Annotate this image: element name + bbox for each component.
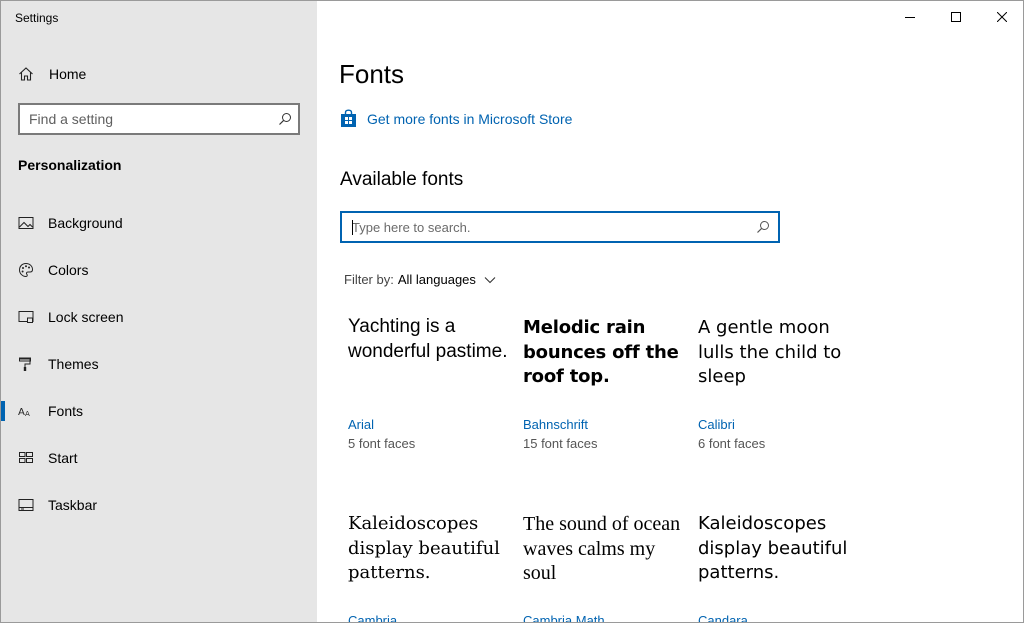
language-filter[interactable]: Filter by: All languages bbox=[344, 272, 496, 287]
section-title: Personalization bbox=[18, 157, 122, 173]
store-link-label: Get more fonts in Microsoft Store bbox=[367, 111, 573, 127]
font-sample: Melodic rain bounces off the roof top. bbox=[523, 317, 679, 387]
maximize-icon bbox=[951, 12, 961, 22]
find-setting-box[interactable] bbox=[18, 103, 300, 135]
fonts-icon: A A bbox=[18, 407, 30, 418]
home-label: Home bbox=[49, 66, 87, 82]
store-icon bbox=[341, 109, 356, 127]
font-sample: Kaleidoscopes display beautiful patterns… bbox=[698, 513, 848, 583]
sidebar-item-label: Lock screen bbox=[48, 309, 124, 325]
sidebar-item-lock-screen[interactable]: Lock screen bbox=[1, 297, 317, 337]
close-icon bbox=[997, 12, 1007, 22]
text-caret bbox=[352, 220, 353, 235]
font-name: Bahnschrift bbox=[523, 417, 589, 432]
font-card-cambria[interactable]: Kaleidoscopes display beautiful patterns… bbox=[348, 512, 513, 623]
sidebar-item-fonts[interactable]: A A Fonts bbox=[1, 391, 317, 431]
sidebar-item-label: Themes bbox=[48, 356, 99, 372]
font-name: Calibri bbox=[698, 417, 735, 432]
font-card-candara[interactable]: Kaleidoscopes display beautiful patterns… bbox=[698, 512, 863, 623]
close-button[interactable] bbox=[979, 1, 1023, 33]
font-name: Cambria Math bbox=[523, 613, 605, 623]
start-icon bbox=[19, 452, 33, 463]
font-sample: A gentle moon lulls the child to sleep bbox=[698, 317, 842, 387]
svg-text:A: A bbox=[18, 407, 25, 418]
sidebar-item-background[interactable]: Background bbox=[1, 203, 317, 243]
font-faces-count: 5 font faces bbox=[348, 436, 416, 451]
search-icon[interactable] bbox=[756, 220, 770, 234]
sidebar-item-taskbar[interactable]: Taskbar bbox=[1, 485, 317, 525]
palette-icon bbox=[18, 262, 34, 278]
font-faces-count: 6 font faces bbox=[698, 436, 766, 451]
home-icon bbox=[19, 67, 33, 81]
font-card-calibri[interactable]: A gentle moon lulls the child to sleep C… bbox=[698, 316, 863, 456]
available-fonts-heading: Available fonts bbox=[340, 169, 464, 190]
minimize-button[interactable] bbox=[887, 1, 933, 33]
font-name: Arial bbox=[348, 417, 375, 432]
font-search-input[interactable] bbox=[342, 213, 742, 241]
sidebar-item-themes[interactable]: Themes bbox=[1, 344, 317, 384]
themes-icon bbox=[19, 357, 31, 371]
home-nav-item[interactable]: Home bbox=[1, 57, 317, 91]
maximize-button[interactable] bbox=[933, 1, 979, 33]
sidebar-item-label: Fonts bbox=[48, 403, 84, 419]
settings-window: Settings Home Personalization Background bbox=[0, 0, 1024, 623]
chevron-down-icon bbox=[484, 276, 496, 283]
sidebar-item-colors[interactable]: Colors bbox=[1, 250, 317, 290]
sidebar-item-start[interactable]: Start bbox=[1, 438, 317, 478]
font-card-cambria-math[interactable]: The sound of ocean waves calms my soul C… bbox=[523, 512, 688, 623]
sidebar-item-label: Colors bbox=[48, 262, 89, 278]
font-name: Cambria bbox=[348, 613, 398, 623]
search-icon[interactable] bbox=[278, 112, 292, 126]
font-search-box[interactable] bbox=[340, 211, 780, 243]
lock-screen-icon bbox=[18, 311, 34, 323]
svg-text:A: A bbox=[25, 410, 30, 418]
filter-label: Filter by: bbox=[344, 272, 394, 287]
font-card-bahnschrift[interactable]: Melodic rain bounces off the roof top. B… bbox=[523, 316, 688, 456]
font-sample: The sound of ocean waves calms my soul bbox=[523, 513, 681, 584]
sidebar-item-label: Background bbox=[48, 215, 123, 231]
font-sample: Kaleidoscopes display beautiful patterns… bbox=[348, 513, 500, 583]
find-setting-input[interactable] bbox=[20, 105, 270, 133]
taskbar-icon bbox=[18, 499, 34, 511]
app-title: Settings bbox=[15, 11, 59, 25]
sidebar-item-label: Taskbar bbox=[48, 497, 98, 513]
font-card-arial[interactable]: Yachting is a wonderful pastime. Arial 5… bbox=[348, 315, 513, 455]
sidebar: Settings Home Personalization Background bbox=[1, 1, 317, 622]
font-sample: Yachting is a wonderful pastime. bbox=[348, 316, 508, 362]
sidebar-item-label: Start bbox=[48, 450, 78, 466]
filter-value: All languages bbox=[397, 272, 476, 287]
page-title: Fonts bbox=[339, 59, 405, 89]
font-faces-count: 15 font faces bbox=[523, 436, 598, 451]
background-icon bbox=[18, 217, 34, 229]
font-name: Candara bbox=[698, 613, 748, 623]
minimize-icon bbox=[905, 17, 915, 18]
